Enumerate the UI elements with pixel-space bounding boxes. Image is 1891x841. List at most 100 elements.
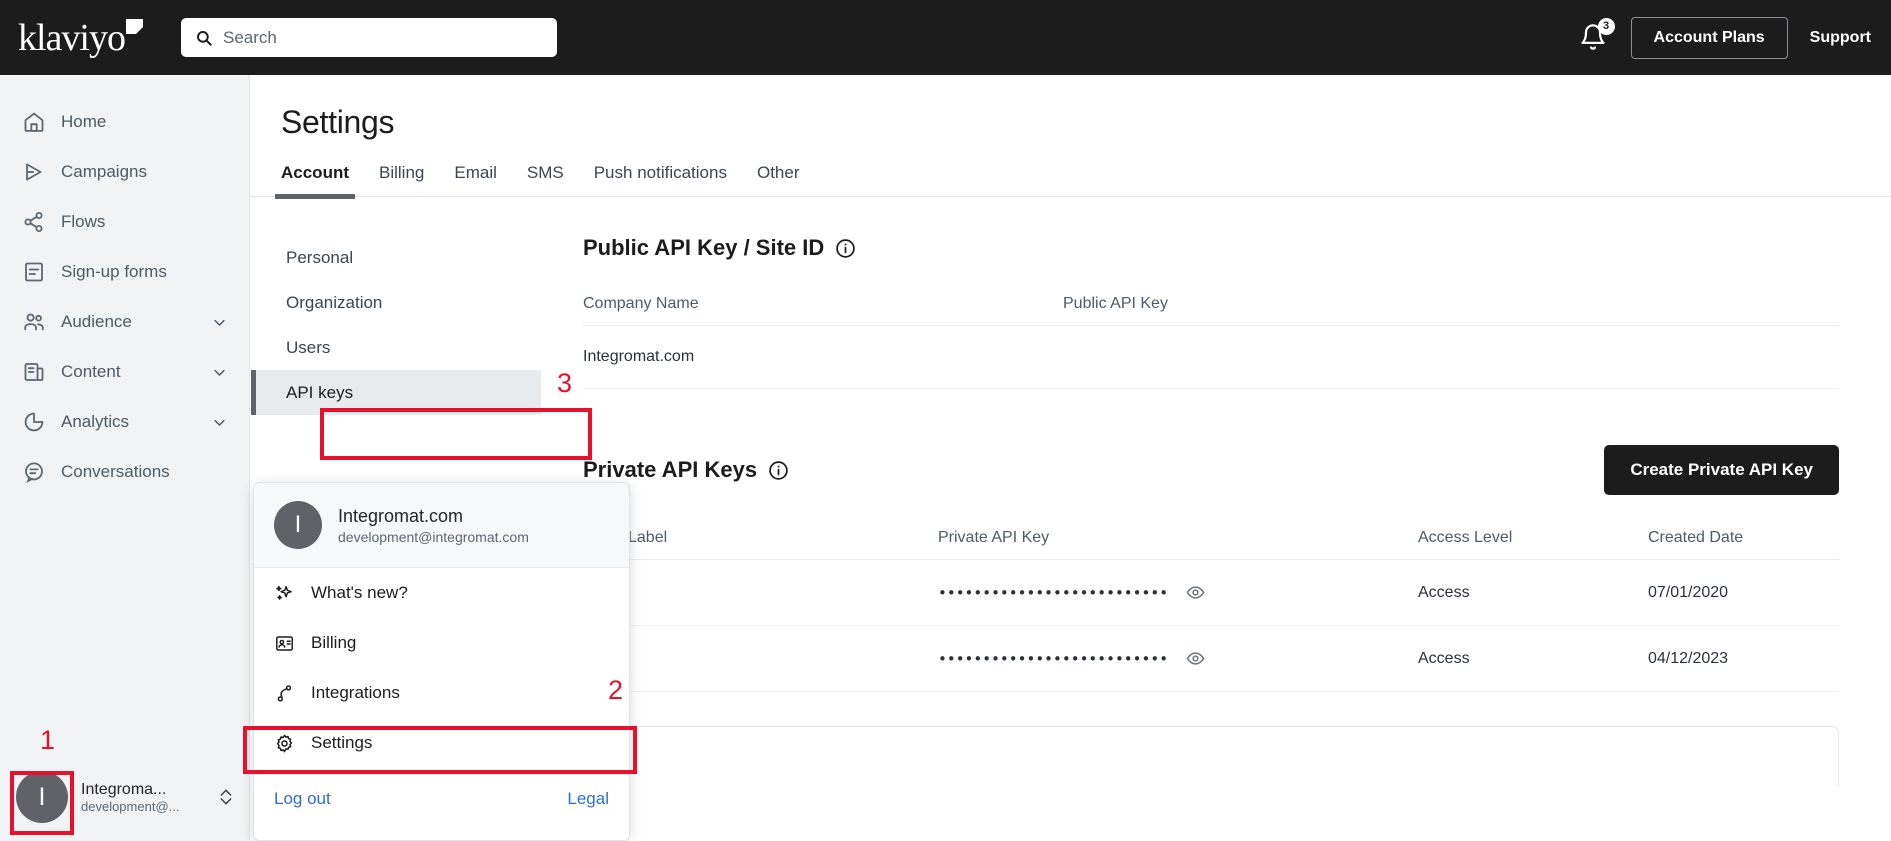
chevron-down-icon[interactable] <box>212 365 227 380</box>
page-title: Settings <box>281 104 395 140</box>
sidebar-account-avatar[interactable]: I <box>16 771 68 823</box>
home-icon <box>24 112 44 132</box>
sidebar-item-audience[interactable]: Audience <box>0 297 249 347</box>
sidebar-item-label: Campaigns <box>61 162 147 181</box>
tab-account[interactable]: Account <box>275 163 355 199</box>
table-row: Integromat.com <box>583 325 1839 389</box>
cell-private-api-key: •••••••••••••••••••••••••• <box>938 559 1418 626</box>
search-placeholder: Search <box>223 27 277 47</box>
sidebar-item-campaigns[interactable]: Campaigns <box>0 147 249 197</box>
account-plans-button[interactable]: Account Plans <box>1630 16 1788 59</box>
bottom-card-panel <box>583 726 1839 786</box>
tab-sms[interactable]: SMS <box>527 163 564 196</box>
cell-created-date: 07/01/2020 <box>1648 559 1839 626</box>
column-access-level: Access Level <box>1418 529 1648 560</box>
cell-label <box>628 559 938 626</box>
support-link[interactable]: Support <box>1810 29 1871 47</box>
subnav-item-api-keys[interactable]: API keys <box>251 370 541 415</box>
sidebar-account-switcher[interactable]: I Integroma... development@... <box>0 753 250 841</box>
tab-push-notifications[interactable]: Push notifications <box>594 163 727 196</box>
sidebar-item-home[interactable]: Home <box>0 97 249 147</box>
sidebar-item-content[interactable]: Content <box>0 347 249 397</box>
private-api-keys-title-text: Private API Keys <box>583 457 758 482</box>
subnav-item-organization[interactable]: Organization <box>251 280 541 325</box>
header-actions: 3 Account Plans Support <box>1579 0 1871 75</box>
sidebar-item-conversations[interactable]: Conversations <box>0 447 249 497</box>
masked-key-text: •••••••••••••••••••••••••• <box>938 649 1169 668</box>
private-api-keys-header: Private API Keys Create Private API Key <box>583 445 1839 495</box>
public-api-key-section-title: Public API Key / Site ID <box>583 235 1839 261</box>
column-label: Label <box>628 529 938 560</box>
public-api-key-table: Company Name Public API Key Integromat.c… <box>583 295 1839 389</box>
sidebar-item-label: Home <box>61 112 107 131</box>
flows-icon <box>24 212 43 232</box>
cell-company-name: Integromat.com <box>583 325 1063 389</box>
sidebar-account-name: Integroma... <box>81 780 167 798</box>
klaviyo-logo[interactable]: klaviyo <box>18 16 143 59</box>
billing-card-icon <box>276 635 293 651</box>
notifications-button[interactable]: 3 <box>1579 17 1615 53</box>
popup-item-integrations[interactable]: Integrations <box>254 668 629 718</box>
column-private-api-key: Private API Key <box>938 529 1418 560</box>
cell-label <box>628 625 938 692</box>
tab-email[interactable]: Email <box>454 163 497 196</box>
chevron-up-down-icon[interactable] <box>218 786 234 808</box>
sparkles-icon <box>276 585 292 600</box>
cell-public-api-key <box>1063 325 1839 389</box>
subnav-item-users[interactable]: Users <box>251 325 541 370</box>
eye-icon[interactable] <box>1186 583 1205 602</box>
column-public-api-key: Public API Key <box>1063 295 1839 326</box>
eye-icon[interactable] <box>1186 649 1205 668</box>
info-icon[interactable] <box>768 460 789 481</box>
tab-other[interactable]: Other <box>757 163 800 196</box>
logout-link[interactable]: Log out <box>274 789 331 809</box>
sidebar-item-label: Audience <box>61 312 132 331</box>
popup-account-header[interactable]: I Integromat.com development@integromat.… <box>254 483 629 568</box>
popup-account-text: Integromat.com development@integromat.co… <box>338 506 529 545</box>
create-private-api-key-button[interactable]: Create Private API Key <box>1604 445 1839 495</box>
notification-badge: 3 <box>1597 17 1615 35</box>
integrations-icon <box>277 684 292 702</box>
column-company-name: Company Name <box>583 295 1063 326</box>
signup-forms-icon <box>25 262 43 282</box>
analytics-icon <box>24 412 44 432</box>
chevron-down-icon[interactable] <box>212 415 227 430</box>
sidebar-item-flows[interactable]: Flows <box>0 197 249 247</box>
popup-item-whats-new[interactable]: What's new? <box>254 568 629 618</box>
sidebar-item-label: Conversations <box>61 462 170 481</box>
search-input[interactable]: Search <box>181 18 557 57</box>
sidebar-account-text: Integroma... development@... <box>81 781 179 814</box>
popup-account-email: development@integromat.com <box>338 528 529 545</box>
sidebar-item-signup-forms[interactable]: Sign-up forms <box>0 247 249 297</box>
campaigns-icon <box>26 163 42 181</box>
table-header-row: Label Private API Key Access Level Creat… <box>583 529 1839 560</box>
popup-item-billing[interactable]: Billing <box>254 618 629 668</box>
popup-avatar: I <box>274 501 322 549</box>
sidebar-item-label: Content <box>61 362 121 381</box>
audience-icon <box>24 313 44 331</box>
sidebar-item-label: Analytics <box>61 412 130 431</box>
popup-item-label: Integrations <box>311 683 400 702</box>
settings-tabs: Account Billing Email SMS Push notificat… <box>251 163 1891 199</box>
logo-flag-icon <box>125 18 143 34</box>
info-icon[interactable] <box>835 238 856 259</box>
popup-footer: Log out Legal <box>254 774 629 809</box>
private-api-keys-table: Label Private API Key Access Level Creat… <box>583 529 1839 692</box>
popup-item-settings[interactable]: Settings <box>254 718 629 768</box>
legal-link[interactable]: Legal <box>567 789 609 809</box>
popup-account-name: Integromat.com <box>338 505 464 526</box>
popup-item-label: What's new? <box>311 583 408 602</box>
subnav-item-personal[interactable]: Personal <box>251 235 541 280</box>
gear-icon <box>276 734 293 752</box>
chevron-down-icon[interactable] <box>212 315 227 330</box>
sidebar-item-analytics[interactable]: Analytics <box>0 397 249 447</box>
cell-access-level: Access <box>1418 559 1648 626</box>
public-api-key-title-text: Public API Key / Site ID <box>583 235 825 260</box>
cell-private-api-key: •••••••••••••••••••••••••• <box>938 625 1418 692</box>
logo-text: klaviyo <box>18 16 126 59</box>
app-root: klaviyo Search 3 Account Plans Support H… <box>0 0 1891 841</box>
popup-item-label: Billing <box>311 633 357 652</box>
private-api-keys-section-title: Private API Keys <box>583 457 789 483</box>
tab-billing[interactable]: Billing <box>379 163 424 196</box>
top-header: klaviyo Search 3 Account Plans Support <box>0 0 1891 75</box>
